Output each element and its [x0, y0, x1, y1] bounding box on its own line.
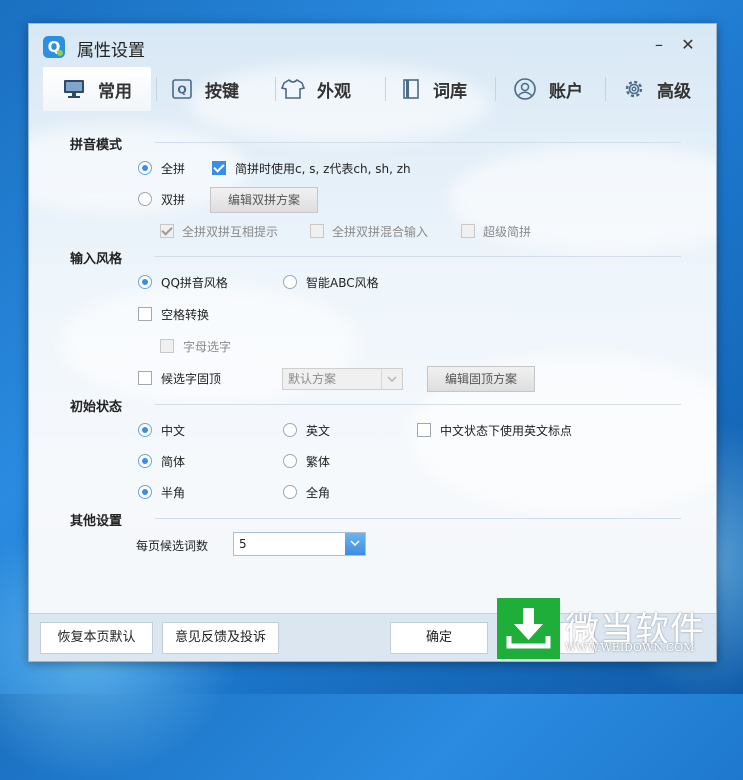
- tab-label: 词库: [433, 81, 467, 102]
- section-divider: [155, 256, 681, 257]
- section-title-pinyin-mode: 拼音模式: [70, 138, 123, 153]
- radio-half-width[interactable]: [138, 485, 152, 499]
- tab-label: 外观: [317, 81, 351, 102]
- chinese-label: 中文: [161, 424, 186, 438]
- full-pinyin-label: 全拼: [161, 162, 186, 176]
- super-abbrev-label: 超级简拼: [483, 225, 532, 239]
- simplified-label: 简体: [161, 455, 186, 469]
- fix-scheme-select[interactable]: 默认方案: [282, 368, 403, 390]
- edit-fix-scheme-button[interactable]: 编辑固顶方案: [427, 366, 535, 392]
- per-page-label: 每页候选词数: [136, 539, 209, 553]
- qq-style-label: QQ拼音风格: [161, 276, 228, 290]
- book-icon: [403, 79, 419, 99]
- settings-window: Q 属性设置 – ✕ 常用 Q 按键 外观 词库 账户 高级 拼音模式 全拼 简…: [28, 23, 717, 662]
- tab-dictionary[interactable]: 词库: [401, 67, 467, 111]
- tab-bar: 常用 Q 按键 外观 词库 账户 高级: [43, 67, 703, 111]
- tab-appearance[interactable]: 外观: [281, 67, 351, 111]
- space-convert-label: 空格转换: [161, 308, 210, 322]
- checkbox-space-convert[interactable]: [138, 307, 152, 321]
- download-icon: [497, 598, 560, 659]
- checkbox-super-abbrev[interactable]: [461, 224, 475, 238]
- fix-scheme-value: 默认方案: [288, 372, 337, 386]
- ok-button[interactable]: 确定: [390, 622, 488, 654]
- section-title-initial-state: 初始状态: [70, 400, 123, 415]
- section-divider: [155, 518, 681, 519]
- english-punct-label: 中文状态下使用英文标点: [440, 424, 573, 438]
- radio-traditional[interactable]: [283, 454, 297, 468]
- restore-defaults-button[interactable]: 恢复本页默认: [40, 622, 153, 654]
- tab-label: 常用: [98, 81, 132, 102]
- user-icon: [514, 78, 536, 100]
- shirt-icon: [281, 78, 305, 99]
- mutual-hint-label: 全拼双拼互相提示: [182, 225, 279, 239]
- per-page-select[interactable]: 5: [233, 532, 366, 556]
- fix-top-label: 候选字固顶: [161, 372, 222, 386]
- checkbox-fix-top[interactable]: [138, 371, 152, 385]
- per-page-value: 5: [239, 537, 247, 551]
- radio-double-pinyin[interactable]: [138, 192, 152, 206]
- tab-general[interactable]: 常用: [43, 67, 151, 111]
- minimize-button[interactable]: –: [649, 36, 669, 56]
- section-divider: [155, 404, 681, 405]
- radio-qq-style[interactable]: [138, 275, 152, 289]
- tab-label: 账户: [549, 81, 583, 102]
- tab-label: 高级: [657, 81, 691, 102]
- qq-pinyin-logo-icon: Q: [43, 36, 65, 58]
- checkbox-mutual-hint[interactable]: [160, 224, 174, 238]
- chevron-down-icon: [387, 376, 397, 382]
- section-title-input-style: 输入风格: [70, 252, 123, 267]
- half-width-label: 半角: [161, 486, 186, 500]
- checkbox-english-punct[interactable]: [417, 423, 431, 437]
- section-divider: [155, 142, 681, 143]
- gear-icon: [625, 80, 643, 98]
- tab-label: 按键: [205, 81, 239, 102]
- radio-simplified[interactable]: [138, 454, 152, 468]
- tab-advanced[interactable]: 高级: [623, 67, 691, 111]
- title-bar: Q 属性设置 – ✕: [29, 24, 716, 64]
- radio-full-pinyin[interactable]: [138, 161, 152, 175]
- chevron-down-icon: [350, 540, 360, 546]
- checkbox-letter-select[interactable]: [160, 339, 174, 353]
- tab-account[interactable]: 账户: [513, 67, 583, 111]
- checkbox-abbrev-czs[interactable]: [212, 161, 226, 175]
- edit-double-scheme-button[interactable]: 编辑双拼方案: [210, 187, 318, 213]
- watermark-url: WWW.WEIDOWN.COM: [565, 641, 695, 654]
- mixed-input-label: 全拼双拼混合输入: [332, 225, 429, 239]
- traditional-label: 繁体: [306, 455, 331, 469]
- close-button[interactable]: ✕: [678, 36, 698, 56]
- radio-full-width[interactable]: [283, 485, 297, 499]
- radio-english[interactable]: [283, 423, 297, 437]
- double-pinyin-label: 双拼: [161, 193, 186, 207]
- checkbox-mixed-input[interactable]: [310, 224, 324, 238]
- monitor-icon: [64, 80, 84, 98]
- full-width-label: 全角: [306, 486, 331, 500]
- section-title-other: 其他设置: [70, 514, 123, 529]
- tab-keys[interactable]: Q 按键: [171, 67, 239, 111]
- svg-text:Q: Q: [177, 84, 186, 97]
- window-title: 属性设置: [77, 41, 145, 61]
- radio-chinese[interactable]: [138, 423, 152, 437]
- abbrev-label: 简拼时使用c, s, z代表ch, sh, zh: [235, 162, 411, 176]
- english-label: 英文: [306, 424, 331, 438]
- letter-select-label: 字母选字: [183, 340, 232, 354]
- abc-style-label: 智能ABC风格: [306, 276, 379, 290]
- watermark: 微当软件 WWW.WEIDOWN.COM: [497, 598, 743, 660]
- key-icon: Q: [172, 79, 192, 99]
- radio-abc-style[interactable]: [283, 275, 297, 289]
- feedback-button[interactable]: 意见反馈及投诉: [162, 622, 279, 654]
